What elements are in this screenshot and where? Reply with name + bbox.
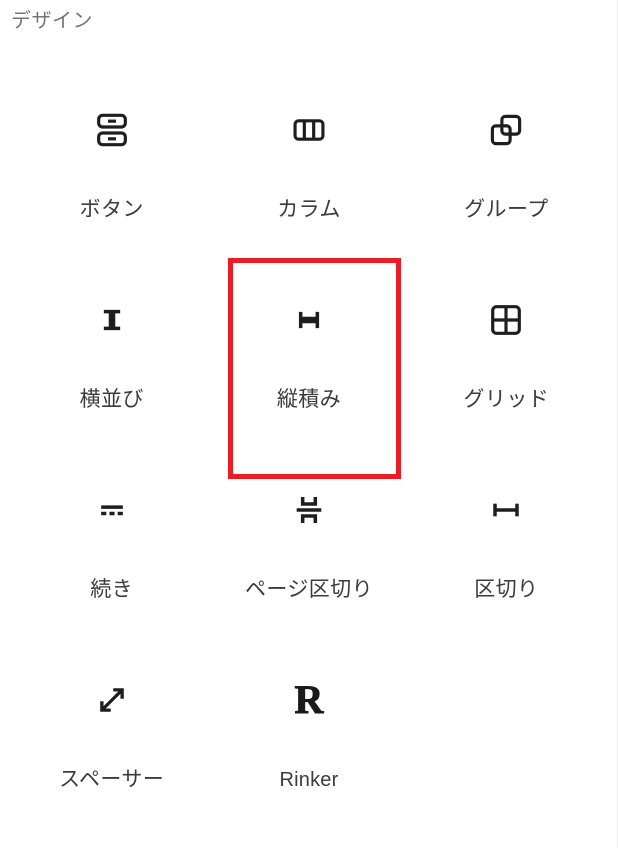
block-label: ページ区切り	[245, 578, 373, 601]
more-icon	[88, 486, 136, 534]
block-label: 区切り	[474, 578, 539, 601]
block-item-group[interactable]: グループ	[408, 78, 605, 268]
block-label: グリッド	[463, 388, 550, 411]
block-label: カラム	[277, 198, 341, 221]
page-break-icon	[285, 486, 333, 534]
separator-icon	[482, 486, 530, 534]
block-item-buttons[interactable]: ボタン	[13, 78, 210, 268]
grid-icon	[482, 296, 530, 344]
block-label: グループ	[464, 198, 549, 221]
block-item-spacer[interactable]: スペーサー	[13, 648, 210, 838]
block-item-columns[interactable]: カラム	[210, 78, 407, 268]
block-inserter-panel: デザイン ボタン カラム グループ 横並び 縦積み グリッド 続き ページ区切り…	[0, 0, 618, 848]
block-item-grid[interactable]: グリッド	[408, 268, 605, 458]
block-label: 横並び	[79, 388, 144, 411]
block-item-more[interactable]: 続き	[13, 458, 210, 648]
row-icon	[88, 296, 136, 344]
rinker-wordmark: R	[294, 677, 324, 722]
block-item-row[interactable]: 横並び	[13, 268, 210, 458]
rinker-icon: R	[285, 676, 333, 724]
block-label: Rinker	[279, 769, 339, 791]
block-label: ボタン	[79, 198, 144, 221]
buttons-icon	[88, 106, 136, 154]
columns-icon	[285, 106, 333, 154]
block-item-separator[interactable]: 区切り	[408, 458, 605, 648]
spacer-icon	[88, 676, 136, 724]
block-item-rinker[interactable]: R Rinker	[210, 648, 407, 838]
block-label: スペーサー	[59, 768, 165, 791]
stack-icon	[285, 296, 333, 344]
block-label: 続き	[90, 578, 134, 601]
block-grid: ボタン カラム グループ 横並び 縦積み グリッド 続き ページ区切り 区切り …	[13, 78, 605, 838]
category-heading: デザイン	[11, 10, 93, 32]
block-item-page-break[interactable]: ページ区切り	[210, 458, 407, 648]
block-item-stack[interactable]: 縦積み	[210, 268, 407, 458]
group-icon	[482, 106, 530, 154]
block-label: 縦積み	[276, 388, 342, 411]
